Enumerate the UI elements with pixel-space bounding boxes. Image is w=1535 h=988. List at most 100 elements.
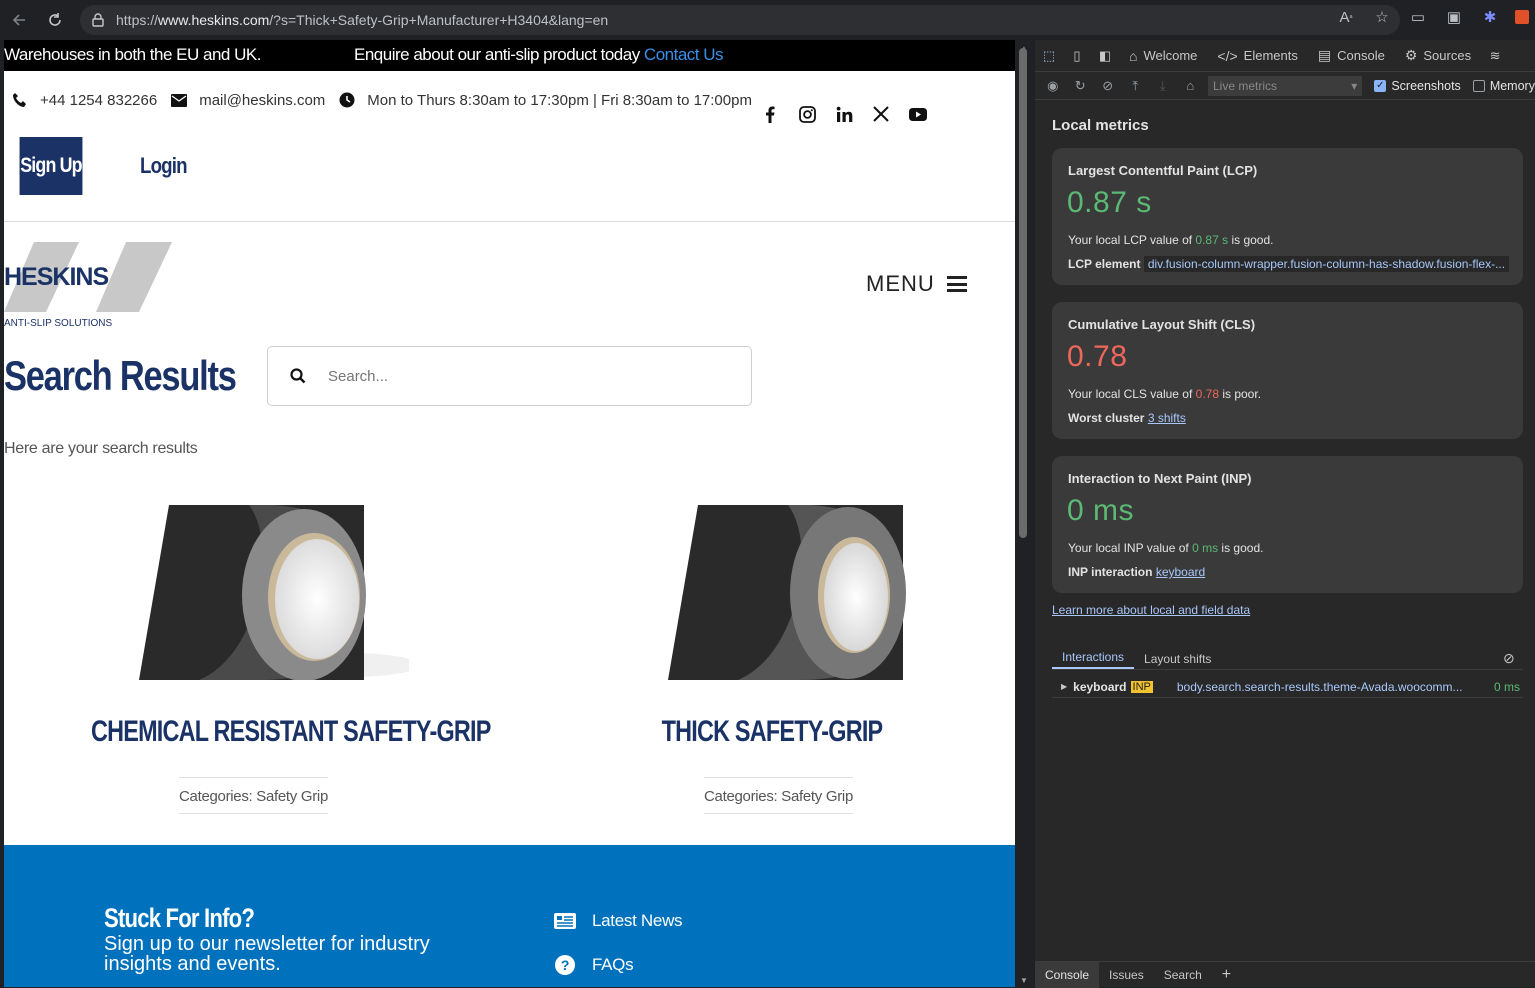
site-info-icon[interactable]	[90, 12, 106, 28]
checkbox-checked-icon: ✓	[1374, 79, 1387, 92]
question-circle-icon: ?	[554, 954, 576, 976]
tab-layout-shifts[interactable]: Layout shifts	[1134, 652, 1221, 669]
clear-log-icon[interactable]: ⊘	[1503, 650, 1519, 666]
faqs-link[interactable]: ? FAQs	[554, 954, 634, 976]
screenshots-checkbox[interactable]: ✓ Screenshots	[1374, 79, 1461, 93]
lcp-element-row: LCP element div.fusion-column-wrapper.fu…	[1068, 256, 1510, 272]
tab-interactions[interactable]: Interactions	[1052, 650, 1135, 669]
youtube-icon[interactable]	[908, 104, 928, 124]
cls-desc-suffix: is poor.	[1219, 387, 1262, 401]
email-address[interactable]: mail@heskins.com	[199, 92, 325, 109]
lcp-value: 0.87 s	[1067, 186, 1152, 219]
header-divider	[4, 221, 1015, 222]
heskins-logo[interactable]: HESKINS ANTI-SLIP SOLUTIONS	[4, 240, 179, 330]
drawer-tab-issues[interactable]: Issues	[1099, 962, 1154, 988]
tab-welcome-label: Welcome	[1143, 48, 1198, 63]
interaction-row[interactable]: ▶ keyboard INP body.search.search-result…	[1052, 676, 1523, 698]
download-icon[interactable]: ⤓	[1153, 76, 1173, 96]
drawer-tab-search[interactable]: Search	[1154, 962, 1212, 988]
devtools-drawer-tabs: Console Issues Search +	[1035, 961, 1535, 988]
record-icon[interactable]: ◉	[1043, 76, 1063, 96]
instagram-icon[interactable]	[797, 104, 817, 124]
inspect-element-icon[interactable]: ⬚	[1035, 40, 1063, 72]
address-bar[interactable]: https://www.heskins.com/?s=Thick+Safety-…	[80, 5, 1400, 35]
cls-desc-value: 0.78	[1195, 387, 1219, 401]
inp-value: 0 ms	[1067, 494, 1135, 527]
sources-icon: ⚙	[1404, 47, 1418, 63]
scrollbar-thumb[interactable]	[1019, 48, 1027, 538]
product-category[interactable]: Categories: Safety Grip	[179, 777, 328, 814]
local-metrics-heading: Local metrics	[1052, 117, 1149, 134]
chevron-down-icon: ▾	[1351, 78, 1358, 93]
read-aloud-icon[interactable]: Aᵃ	[1335, 6, 1357, 28]
dock-side-icon[interactable]: ◧	[1091, 40, 1119, 72]
facebook-icon[interactable]	[760, 104, 780, 124]
tab-console-label: Console	[1337, 48, 1385, 63]
collections-icon[interactable]: ▣	[1443, 6, 1465, 28]
performance-toolbar: ◉ ↻ ⊘ ⤒ ⤓ ⌂ Live metrics ▾ ✓ Screenshots M…	[1035, 72, 1535, 100]
product-image[interactable]	[139, 504, 419, 681]
inp-desc-value: 0 ms	[1192, 541, 1219, 555]
network-conditions-icon[interactable]: ≋	[1481, 40, 1509, 72]
svg-text:?: ?	[561, 957, 569, 973]
home-icon[interactable]: ⌂	[1181, 76, 1201, 96]
product-title[interactable]: THICK SAFETY-GRIP	[616, 715, 928, 749]
live-metrics-select[interactable]: Live metrics ▾	[1208, 75, 1363, 96]
x-twitter-icon[interactable]	[871, 104, 891, 124]
login-link[interactable]: Login	[140, 153, 187, 179]
memory-checkbox[interactable]: Memory	[1472, 79, 1535, 93]
drawer-tab-console[interactable]: Console	[1035, 961, 1100, 988]
back-button[interactable]	[2, 3, 36, 37]
url-path: /?s=Thick+Safety-Grip+Manufacturer+H3404…	[269, 12, 609, 28]
tab-console[interactable]: ▤ Console	[1308, 40, 1395, 72]
cls-cluster-link[interactable]: 3 shifts	[1148, 411, 1186, 425]
tab-elements[interactable]: </> Elements	[1207, 40, 1307, 72]
extension-icon[interactable]: ✱	[1479, 6, 1501, 28]
contact-us-link[interactable]: Contact Us	[644, 45, 724, 64]
contact-info: +44 1254 832266 mail@heskins.com Mon to …	[4, 90, 758, 110]
favorite-star-icon[interactable]: ☆	[1371, 6, 1393, 28]
enquire-notice: Enquire about our anti-slip product toda…	[354, 45, 724, 65]
product-title[interactable]: CHEMICAL RESISTANT SAFETY-GRIP	[91, 715, 491, 749]
tab-elements-label: Elements	[1243, 48, 1298, 63]
reload-record-icon[interactable]: ↻	[1071, 76, 1091, 96]
lcp-title: Largest Contentful Paint (LCP)	[1068, 163, 1258, 178]
tab-sources[interactable]: ⚙ Sources	[1395, 40, 1481, 72]
reload-button[interactable]	[38, 3, 72, 37]
warehouse-notice: Warehouses in both the EU and UK.	[4, 45, 261, 64]
split-screen-icon[interactable]: ▭	[1407, 6, 1429, 28]
cls-value: 0.78	[1067, 340, 1128, 373]
page-scrollbar[interactable]: ▲ ▼	[1015, 40, 1035, 987]
interaction-target[interactable]: body.search.search-results.theme-Avada.w…	[1177, 680, 1465, 694]
upload-icon[interactable]: ⤒	[1126, 76, 1146, 96]
expand-triangle-icon[interactable]: ▶	[1061, 682, 1067, 691]
latest-news-link[interactable]: Latest News	[554, 910, 683, 932]
device-toolbar-icon[interactable]: ▯	[1063, 40, 1091, 72]
learn-more-link[interactable]: Learn more about local and field data	[1052, 603, 1250, 617]
newsletter-footer: Stuck For Info? Sign up to our newslette…	[4, 845, 1015, 987]
search-box[interactable]	[267, 346, 752, 406]
phone-number[interactable]: +44 1254 832266	[40, 92, 157, 109]
search-input[interactable]	[328, 367, 708, 385]
menu-toggle[interactable]: MENU	[866, 271, 967, 297]
inp-interaction-link[interactable]: keyboard	[1156, 565, 1205, 579]
product-category[interactable]: Categories: Safety Grip	[704, 777, 853, 814]
cls-card: Cumulative Layout Shift (CLS) 0.78 Your …	[1052, 302, 1523, 439]
logo-wordmark: HESKINS	[4, 263, 108, 291]
clear-icon[interactable]: ⊘	[1098, 76, 1118, 96]
tab-welcome[interactable]: ⌂ Welcome	[1119, 40, 1207, 72]
lcp-desc-value: 0.87 s	[1195, 233, 1229, 247]
menu-label: MENU	[866, 271, 935, 296]
interaction-duration: 0 ms	[1493, 679, 1520, 694]
cls-desc-prefix: Your local CLS value of	[1068, 387, 1196, 401]
lcp-element-link[interactable]: div.fusion-column-wrapper.fusion-column-…	[1143, 256, 1510, 272]
hamburger-icon	[946, 276, 967, 292]
search-icon[interactable]	[268, 368, 328, 384]
add-tab-icon[interactable]: +	[1212, 962, 1241, 988]
sign-up-button[interactable]: Sign Up	[19, 137, 83, 195]
social-links	[760, 104, 928, 124]
linkedin-icon[interactable]	[834, 104, 854, 124]
profile-icon[interactable]	[1515, 10, 1529, 24]
product-image[interactable]	[668, 504, 908, 680]
scroll-down-icon[interactable]: ▼	[1020, 976, 1028, 985]
